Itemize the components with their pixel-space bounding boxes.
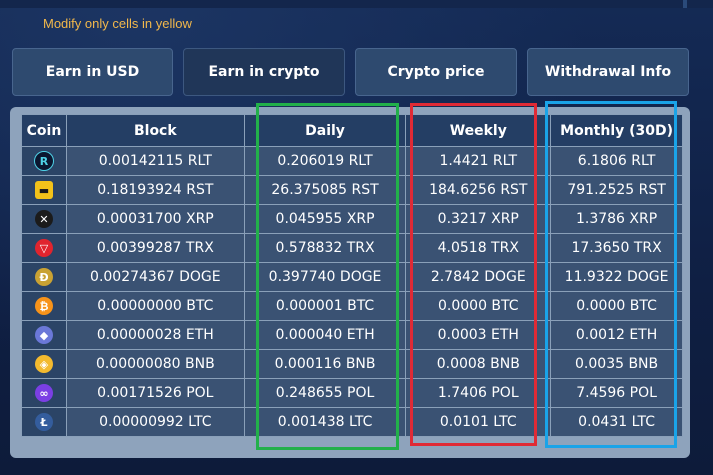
table-header-row: Coin Block Daily Weekly Monthly (30D) (21, 114, 683, 147)
tab-earn-in-crypto[interactable]: Earn in crypto (183, 48, 345, 96)
block-cell: 0.00274367 DOGE (65, 262, 245, 292)
earnings-table: Coin Block Daily Weekly Monthly (30D) R0… (21, 114, 683, 437)
table-row: ◈ 0.00000080 BNB 0.000116 BNB 0.0008 BNB 0.0… (21, 349, 683, 379)
table-row: ▽ 0.00399287 TRX 0.578832 TRX 4.0518 TRX 17.… (21, 233, 683, 263)
instruction-note: Modify only cells in yellow (43, 16, 192, 31)
coin-icon-cell: ▽ (21, 233, 67, 263)
weekly-cell: 0.0008 BNB (405, 349, 552, 379)
table-row: ₿ 0.00000000 BTC 0.000001 BTC 0.0000 BTC 0.0… (21, 291, 683, 321)
tab-label: Crypto price (387, 64, 485, 80)
weekly-cell: 0.0003 ETH (405, 320, 552, 350)
coin-icon-cell: ∞ (21, 378, 67, 408)
btc-icon: ₿ (34, 297, 53, 315)
header-monthly: Monthly (30D) (550, 114, 683, 147)
coin-icon-cell: ▬ (21, 175, 67, 205)
daily-cell: 0.248655 POL (243, 378, 407, 408)
block-cell: 0.00171526 POL (65, 378, 245, 408)
bnb-icon: ◈ (34, 355, 53, 373)
tab-crypto-price[interactable]: Crypto price (355, 48, 517, 96)
block-cell: 0.00031700 XRP (65, 204, 245, 234)
doge-icon: Đ (34, 268, 53, 286)
monthly-cell: 0.0035 BNB (550, 349, 683, 379)
earnings-table-panel: Coin Block Daily Weekly Monthly (30D) R0… (10, 107, 690, 458)
daily-cell: 0.001438 LTC (243, 407, 407, 437)
weekly-cell: 0.0000 BTC (405, 291, 552, 321)
rlt-icon: R (33, 151, 54, 171)
trx-icon: ▽ (34, 239, 53, 257)
header-coin: Coin (21, 114, 67, 147)
header-weekly: Weekly (405, 114, 552, 147)
daily-cell: 0.206019 RLT (243, 146, 407, 176)
coin-icon-cell: ✕ (21, 204, 67, 234)
table-row: Ł 0.00000992 LTC 0.001438 LTC 0.0101 LTC 0.0… (21, 407, 683, 437)
coin-icon-cell: Đ (21, 262, 67, 292)
block-cell: 0.00399287 TRX (65, 233, 245, 263)
daily-cell: 0.578832 TRX (243, 233, 407, 263)
block-cell: 0.00000000 BTC (65, 291, 245, 321)
weekly-cell: 184.6256 RST (405, 175, 552, 205)
table-row: ∞ 0.00171526 POL 0.248655 POL 1.7406 POL 7.4… (21, 378, 683, 408)
tab-label: Withdrawal Info (544, 64, 672, 80)
top-right-marker (683, 0, 687, 8)
pol-icon: ∞ (34, 384, 53, 402)
weekly-cell: 0.0101 LTC (405, 407, 552, 437)
tab-label: Earn in crypto (208, 64, 320, 80)
monthly-cell: 1.3786 XRP (550, 204, 683, 234)
coin-icon-cell: R (21, 146, 67, 176)
coin-icon-cell: ₿ (21, 291, 67, 321)
block-cell: 0.00000028 ETH (65, 320, 245, 350)
monthly-cell: 17.3650 TRX (550, 233, 683, 263)
header-daily: Daily (243, 114, 407, 147)
monthly-cell: 791.2525 RST (550, 175, 683, 205)
weekly-cell: 4.0518 TRX (405, 233, 552, 263)
monthly-cell: 6.1806 RLT (550, 146, 683, 176)
rst-icon: ▬ (34, 181, 53, 199)
daily-cell: 0.397740 DOGE (243, 262, 407, 292)
tab-withdrawal-info[interactable]: Withdrawal Info (527, 48, 689, 96)
daily-cell: 26.375085 RST (243, 175, 407, 205)
block-cell: 0.18193924 RST (65, 175, 245, 205)
coin-icon-cell: ◆ (21, 320, 67, 350)
coin-icon-cell: Ł (21, 407, 67, 437)
tab-label: Earn in USD (45, 64, 140, 80)
block-cell: 0.00000992 LTC (65, 407, 245, 437)
monthly-cell: 0.0000 BTC (550, 291, 683, 321)
table-row: ◆ 0.00000028 ETH 0.000040 ETH 0.0003 ETH 0.0… (21, 320, 683, 350)
table-row: Đ 0.00274367 DOGE 0.397740 DOGE 2.7842 DOGE… (21, 262, 683, 292)
coin-icon-cell: ◈ (21, 349, 67, 379)
table-row: ✕ 0.00031700 XRP 0.045955 XRP 0.3217 XRP 1.3… (21, 204, 683, 234)
monthly-cell: 0.0431 LTC (550, 407, 683, 437)
ltc-icon: Ł (34, 413, 53, 431)
table-row: R 0.00142115 RLT 0.206019 RLT 1.4421 RLT 6.1… (21, 146, 683, 176)
xrp-icon: ✕ (34, 210, 53, 228)
weekly-cell: 0.3217 XRP (405, 204, 552, 234)
weekly-cell: 1.7406 POL (405, 378, 552, 408)
weekly-cell: 1.4421 RLT (405, 146, 552, 176)
table-row: ▬ 0.18193924 RST 26.375085 RST 184.6256 RST… (21, 175, 683, 205)
monthly-cell: 0.0012 ETH (550, 320, 683, 350)
header-block: Block (65, 114, 245, 147)
daily-cell: 0.045955 XRP (243, 204, 407, 234)
tab-earn-in-usd[interactable]: Earn in USD (12, 48, 173, 96)
block-cell: 0.00000080 BNB (65, 349, 245, 379)
daily-cell: 0.000116 BNB (243, 349, 407, 379)
eth-icon: ◆ (34, 326, 53, 344)
daily-cell: 0.000001 BTC (243, 291, 407, 321)
monthly-cell: 11.9322 DOGE (550, 262, 683, 292)
daily-cell: 0.000040 ETH (243, 320, 407, 350)
monthly-cell: 7.4596 POL (550, 378, 683, 408)
top-strip (0, 0, 713, 8)
weekly-cell: 2.7842 DOGE (405, 262, 552, 292)
block-cell: 0.00142115 RLT (65, 146, 245, 176)
